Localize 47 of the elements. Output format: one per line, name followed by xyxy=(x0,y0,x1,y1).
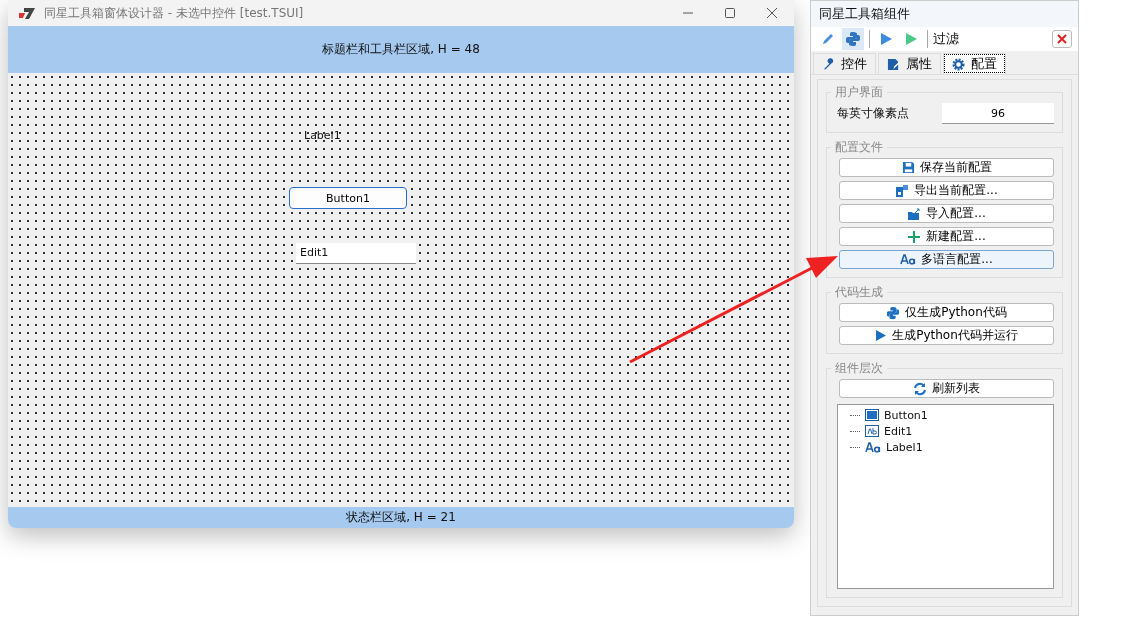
window-title: 同星工具箱窗体设计器 - 未选中控件 [test.TSUI] xyxy=(44,4,304,22)
status-area-label: 状态栏区域, H = 21 xyxy=(346,509,456,526)
config-button[interactable]: 导出当前配置... xyxy=(839,181,1054,200)
folder-icon xyxy=(907,206,922,221)
settings-icon xyxy=(952,57,965,71)
export-icon xyxy=(895,183,910,198)
clear-filter-button[interactable] xyxy=(1052,30,1072,48)
close-icon[interactable] xyxy=(766,7,778,19)
document-edit-icon xyxy=(887,57,900,71)
refresh-button[interactable]: 刷新列表 xyxy=(839,379,1054,398)
label-control[interactable]: Label1 xyxy=(304,129,341,142)
save-icon xyxy=(901,161,915,174)
panel-tab[interactable]: 属性 xyxy=(878,53,941,74)
font-icon xyxy=(900,254,917,265)
python-icon xyxy=(886,305,901,320)
edit-control[interactable]: Edit1 xyxy=(296,243,416,264)
panel-tab[interactable]: 控件 xyxy=(813,53,876,74)
label-component-icon xyxy=(865,441,881,453)
close-icon xyxy=(1057,34,1067,44)
panel-title: 同星工具箱组件 xyxy=(819,5,910,23)
refresh-icon xyxy=(913,381,927,396)
button-control[interactable]: Button1 xyxy=(289,187,407,209)
header-area-label: 标题栏和工具栏区域, H = 48 xyxy=(322,41,480,58)
python-icon[interactable] xyxy=(842,28,864,50)
config-button[interactable]: 导入配置... xyxy=(839,204,1054,223)
group-title: 代码生成 xyxy=(834,284,884,301)
field-label: 每英寸像素点 xyxy=(837,105,909,122)
plus-icon xyxy=(907,229,922,244)
logo-icon xyxy=(18,7,36,19)
play-icon xyxy=(875,329,888,342)
config-button[interactable]: 多语言配置... xyxy=(839,250,1054,269)
group-title: 用户界面 xyxy=(834,84,884,101)
code-button[interactable]: 仅生成Python代码 xyxy=(839,303,1054,322)
panel-tab[interactable]: 配置 xyxy=(943,53,1006,74)
maximize-icon[interactable] xyxy=(724,7,736,19)
edit-component-icon xyxy=(865,425,879,437)
tree-item[interactable]: Edit1 xyxy=(884,424,913,438)
dpi-field[interactable]: 96 xyxy=(942,103,1054,124)
filter-label: 过滤 xyxy=(933,30,959,48)
group-title: 配置文件 xyxy=(834,139,884,156)
code-button[interactable]: 生成Python代码并运行 xyxy=(839,326,1054,345)
tree-item[interactable]: Label1 xyxy=(886,440,923,454)
group-title: 组件层次 xyxy=(834,360,884,377)
config-button[interactable]: 保存当前配置 xyxy=(839,158,1054,177)
tree-item[interactable]: Button1 xyxy=(884,408,928,422)
config-button[interactable]: 新建配置... xyxy=(839,227,1054,246)
button-component-icon xyxy=(865,409,879,421)
